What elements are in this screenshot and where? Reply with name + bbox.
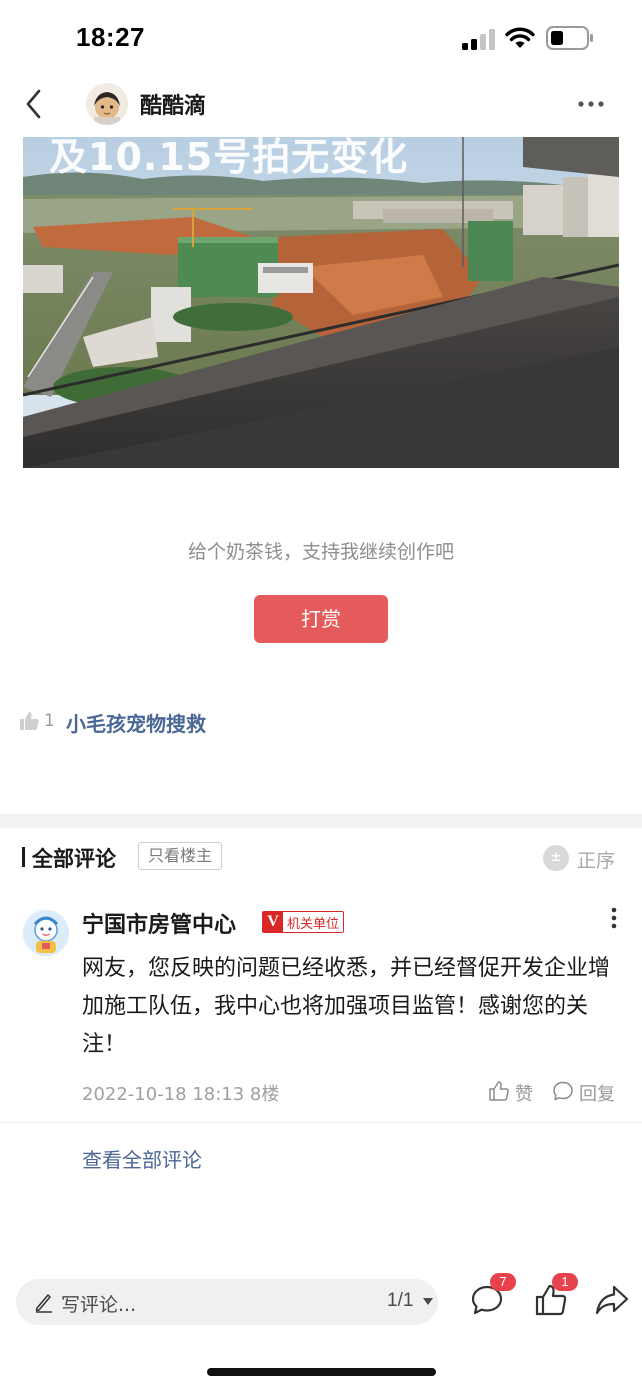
signal-icon <box>462 29 495 50</box>
comments-title: 全部评论 <box>22 843 116 873</box>
thumb-up-icon <box>20 712 39 730</box>
org-badge: V 机关单位 <box>262 911 345 933</box>
thumb-up-icon <box>489 1081 509 1101</box>
wifi-icon <box>505 27 535 48</box>
sort-icon: ± <box>543 845 569 871</box>
view-all-comments-link[interactable]: 查看全部评论 <box>82 1144 202 1173</box>
home-indicator <box>207 1368 436 1376</box>
comment-input-placeholder: 写评论... <box>61 1294 137 1316</box>
status-time: 18:27 <box>76 22 145 52</box>
comment-input[interactable]: 写评论... 1/1 <box>16 1279 438 1325</box>
commenter-avatar[interactable] <box>23 910 69 956</box>
verified-v-icon: V <box>263 912 283 932</box>
construction-photo <box>23 137 619 468</box>
caret-down-icon <box>423 1298 433 1305</box>
back-icon[interactable] <box>20 86 48 122</box>
article-image[interactable]: 及10.15号拍无变化 <box>23 137 619 468</box>
status-bar: 18:27 <box>0 0 642 76</box>
page-indicator[interactable]: 1/1 <box>387 1290 413 1312</box>
share-button[interactable] <box>595 1284 631 1318</box>
share-icon <box>595 1285 629 1315</box>
pen-icon <box>35 1294 52 1313</box>
reward-button[interactable]: 打赏 <box>254 595 388 643</box>
commenter-name[interactable]: 宁国市房管中心 <box>82 907 236 939</box>
liked-by-user[interactable]: 小毛孩宠物搜救 <box>66 708 206 737</box>
comment-meta: 2022-10-18 18:13 8楼 <box>82 1084 280 1105</box>
like-count-badge: 1 <box>552 1273 578 1291</box>
comment-count-badge: 7 <box>490 1273 516 1291</box>
nav-bar: 酷酷滴 <box>0 76 642 136</box>
section-divider <box>0 814 642 828</box>
author-avatar[interactable] <box>86 83 128 125</box>
image-caption: 及10.15号拍无变化 <box>49 137 409 179</box>
article-like-count: 1 <box>44 711 55 731</box>
author-only-button[interactable]: 只看楼主 <box>138 842 223 870</box>
comment-more-icon[interactable] <box>604 906 624 932</box>
author-name[interactable]: 酷酷滴 <box>140 88 206 120</box>
tip-text: 给个奶茶钱，支持我继续创作吧 <box>187 541 454 563</box>
comment-divider <box>0 1122 642 1123</box>
more-icon[interactable] <box>574 90 608 118</box>
reply-bubble-icon <box>553 1081 573 1101</box>
sort-label: 正序 <box>577 850 616 872</box>
org-badge-label: 机关单位 <box>287 916 340 932</box>
comment-text: 网友，您反映的问题已经收悉，并已经督促开发企业增加施工队伍，我中心也将加强项目监… <box>82 956 611 1057</box>
comment-reply-label: 回复 <box>579 1084 615 1105</box>
battery-icon <box>546 26 593 50</box>
comment-like-label: 赞 <box>515 1084 533 1105</box>
